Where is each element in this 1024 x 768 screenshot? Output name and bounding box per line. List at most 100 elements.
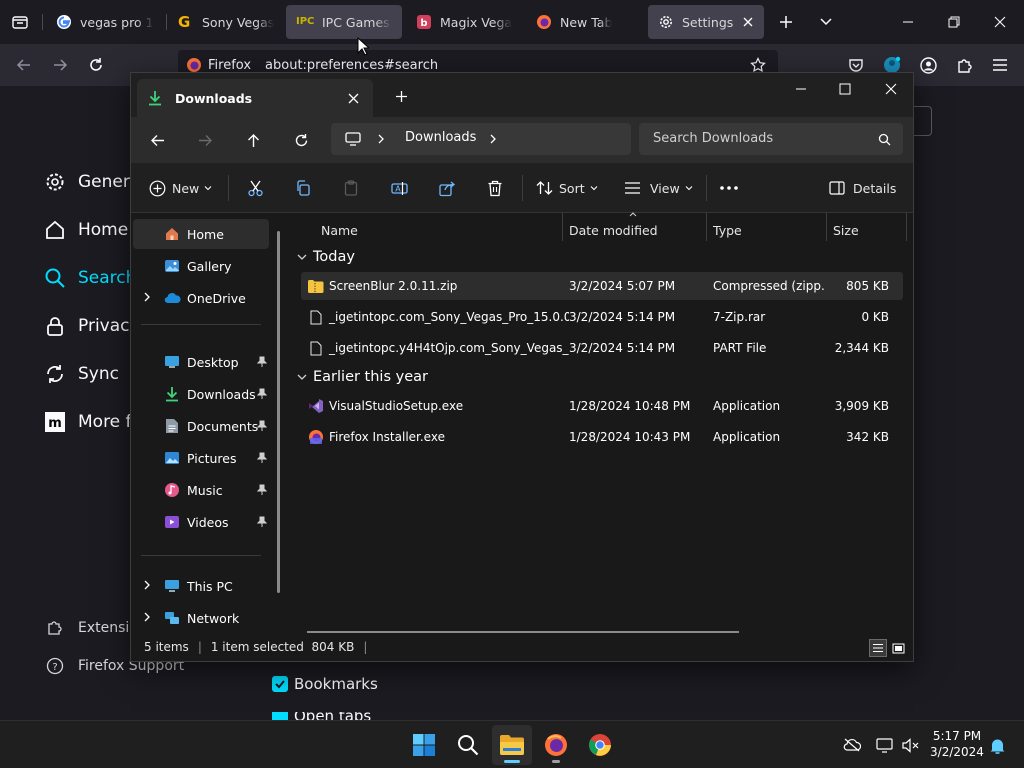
- chevron-right-icon[interactable]: [143, 612, 151, 622]
- system-clock[interactable]: 5:17 PM 3/2/2024: [926, 728, 988, 760]
- nav-item-gallery[interactable]: Gallery: [133, 251, 269, 281]
- sidebar-item-privacy[interactable]: Privacy: [44, 310, 140, 342]
- taskbar-chrome[interactable]: [580, 725, 620, 765]
- minimize-button[interactable]: [787, 77, 815, 101]
- group-header-today[interactable]: Today: [297, 245, 355, 269]
- restore-button[interactable]: [942, 10, 966, 34]
- chevron-right-icon[interactable]: [143, 292, 151, 302]
- sidebar-item-sync[interactable]: Sync: [44, 358, 119, 390]
- new-button[interactable]: New: [149, 175, 212, 201]
- sidebar-item-more-from-mozilla[interactable]: m More fr: [44, 406, 139, 438]
- sync-icon: [47, 365, 63, 383]
- column-header-type[interactable]: Type: [713, 217, 742, 243]
- new-tab-button[interactable]: [389, 85, 413, 107]
- tab-vegas-pro-search[interactable]: vegas pro 15 -: [46, 5, 164, 39]
- group-header-earlier-this-year[interactable]: Earlier this year: [297, 365, 428, 389]
- more-options-button[interactable]: [717, 176, 741, 200]
- pin-icon[interactable]: [257, 420, 267, 431]
- tray-volume-button[interactable]: [900, 735, 920, 755]
- notifications-button[interactable]: [988, 735, 1006, 755]
- bookmarks-checkbox[interactable]: Bookmarks: [272, 675, 378, 693]
- nav-item-onedrive[interactable]: OneDrive: [133, 283, 269, 313]
- nav-item-downloads[interactable]: Downloads: [133, 379, 269, 409]
- list-all-tabs-button[interactable]: [814, 10, 838, 34]
- cut-button[interactable]: [243, 176, 267, 200]
- nav-item-documents[interactable]: Documents: [133, 411, 269, 441]
- view-button[interactable]: View: [624, 175, 693, 201]
- file-row[interactable]: _igetintopc.y4H4tOjp.com_Sony_Vegas_P...…: [301, 334, 903, 362]
- minimize-button[interactable]: [896, 10, 920, 34]
- bookmark-star-icon[interactable]: [750, 57, 766, 73]
- breadcrumb-bar[interactable]: Downloads: [331, 123, 631, 155]
- pin-icon[interactable]: [257, 516, 267, 527]
- column-header-name[interactable]: Name: [321, 217, 358, 243]
- nav-item-music[interactable]: Music: [133, 475, 269, 505]
- paste-button[interactable]: [339, 176, 363, 200]
- footer-extensions-link[interactable]: Extensio: [46, 619, 138, 637]
- cloud-icon: [163, 289, 181, 307]
- nav-item-this-pc[interactable]: This PC: [133, 571, 269, 601]
- taskbar-firefox[interactable]: [536, 725, 576, 765]
- extensions-button[interactable]: [952, 53, 976, 77]
- profile-button[interactable]: [916, 53, 940, 77]
- nav-item-desktop[interactable]: Desktop: [133, 347, 269, 377]
- file-row[interactable]: Firefox Installer.exe 1/28/2024 10:43 PM…: [301, 423, 903, 451]
- column-header-size[interactable]: Size: [833, 217, 859, 243]
- tab-settings[interactable]: Settings: [648, 5, 764, 39]
- details-button[interactable]: Details: [829, 175, 896, 201]
- share-button[interactable]: [435, 176, 459, 200]
- forward-button[interactable]: [48, 53, 72, 77]
- close-window-button[interactable]: [988, 10, 1012, 34]
- nav-pane-scrollbar[interactable]: [277, 231, 280, 593]
- copy-button[interactable]: [291, 176, 315, 200]
- open-tabs-checkbox[interactable]: Open tabs: [272, 712, 371, 720]
- close-tab-icon[interactable]: [348, 93, 359, 104]
- details-view-icon: [873, 644, 883, 652]
- large-icons-view-toggle[interactable]: [889, 639, 907, 657]
- rename-button[interactable]: A: [387, 176, 411, 200]
- nav-item-pictures[interactable]: Pictures: [133, 443, 269, 473]
- tab-downloads[interactable]: Downloads: [137, 79, 373, 117]
- tab-new-tab[interactable]: New Tab: [526, 5, 644, 39]
- sidebar-item-home[interactable]: Home: [44, 214, 128, 246]
- tray-network-button[interactable]: [842, 735, 862, 755]
- nav-item-videos[interactable]: Videos: [133, 507, 269, 537]
- app-menu-button[interactable]: [988, 53, 1012, 77]
- nav-item-home[interactable]: Home: [133, 219, 269, 249]
- delete-button[interactable]: [483, 176, 507, 200]
- start-button[interactable]: [404, 725, 444, 765]
- pin-icon[interactable]: [257, 388, 267, 399]
- new-tab-button[interactable]: [774, 10, 798, 34]
- taskbar-file-explorer[interactable]: [492, 725, 532, 765]
- reload-button[interactable]: [84, 53, 108, 77]
- sidebar-item-search[interactable]: Search: [44, 262, 136, 294]
- nav-item-network[interactable]: Network: [133, 603, 269, 633]
- up-button[interactable]: [241, 128, 265, 152]
- maximize-button[interactable]: [831, 77, 859, 101]
- pin-icon[interactable]: [257, 356, 267, 367]
- close-window-button[interactable]: [877, 77, 905, 101]
- tab-magix-vegas[interactable]: b Magix Vegas P: [406, 5, 522, 39]
- sort-button[interactable]: Sort: [536, 175, 598, 201]
- tab-ipc-games[interactable]: IPC IPC Games - IP: [286, 5, 402, 39]
- chevron-right-icon[interactable]: [143, 580, 151, 590]
- taskbar-search-button[interactable]: [448, 725, 488, 765]
- firefox-view-button[interactable]: [8, 10, 32, 34]
- file-row[interactable]: ScreenBlur 2.0.11.zip 3/2/2024 5:07 PM C…: [301, 272, 903, 300]
- close-tab-icon[interactable]: [742, 16, 754, 28]
- file-row[interactable]: VisualStudioSetup.exe 1/28/2024 10:48 PM…: [301, 392, 903, 420]
- breadcrumb-downloads[interactable]: Downloads: [405, 130, 476, 145]
- tray-display-button[interactable]: [874, 735, 894, 755]
- refresh-button[interactable]: [289, 128, 313, 152]
- column-header-date-modified[interactable]: Date modified: [569, 217, 658, 243]
- search-input[interactable]: Search Downloads: [639, 123, 903, 155]
- forward-button[interactable]: [193, 128, 217, 152]
- pin-icon[interactable]: [257, 484, 267, 495]
- file-row[interactable]: _igetintopc.com_Sony_Vegas_Pro_15.0.0.r.…: [301, 303, 903, 331]
- back-button[interactable]: [145, 128, 169, 152]
- pin-icon[interactable]: [257, 452, 267, 463]
- details-view-toggle[interactable]: [869, 639, 887, 657]
- back-button[interactable]: [12, 53, 36, 77]
- url-text[interactable]: about:preferences#search: [265, 58, 438, 73]
- tab-sony-vegas[interactable]: G Sony Vegas Pr: [168, 5, 284, 39]
